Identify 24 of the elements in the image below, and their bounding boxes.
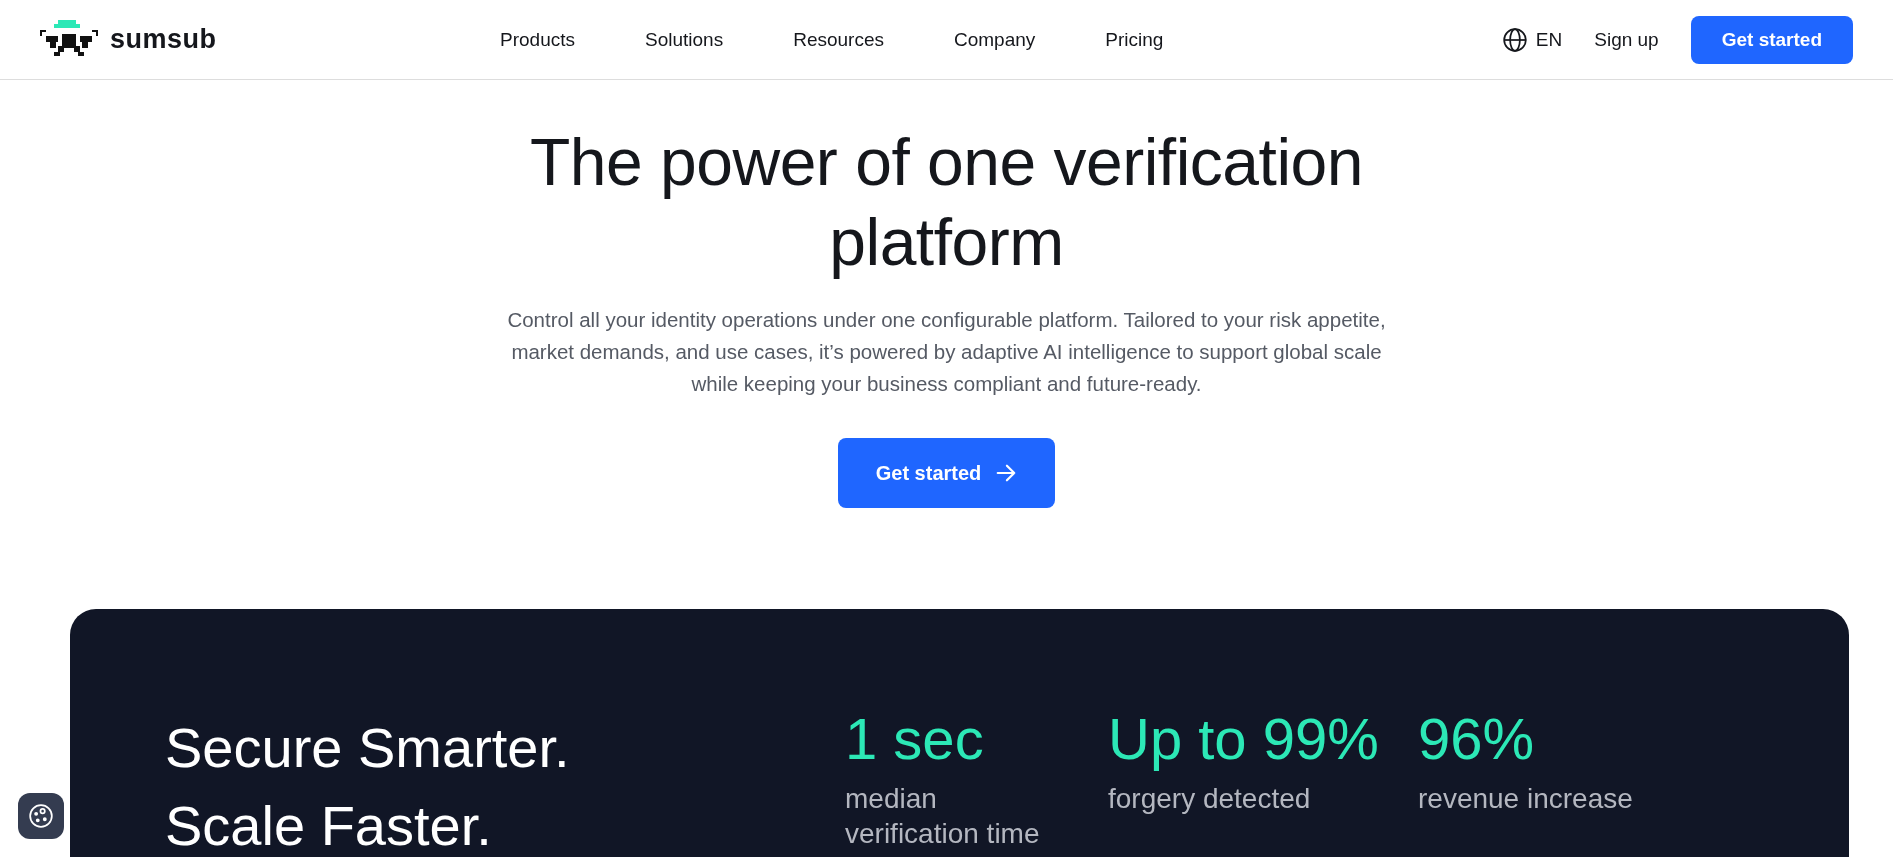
stat-value: Up to 99%: [1108, 709, 1380, 769]
sign-up-link[interactable]: Sign up: [1594, 28, 1659, 51]
hero-description: Control all your identity operations under one configurable platform. Tailored to your risk appetite, market demands, and use cases, it’s powered by adaptive AI intelligence to support global scale while keeping your business compliant and future-ready.: [506, 307, 1387, 397]
nav-link[interactable]: Pricing: [1105, 28, 1164, 51]
nav-link[interactable]: Solutions: [645, 28, 724, 51]
arrow-right-icon: [995, 462, 1018, 484]
cookie-settings-button[interactable]: [18, 793, 64, 839]
card-headline: Secure Smarter.: [165, 715, 571, 781]
get-started-button[interactable]: Get started: [837, 438, 1056, 508]
nav-link[interactable]: Products: [500, 28, 575, 51]
stat-label: revenue increase: [1418, 782, 1633, 816]
nav-link[interactable]: Company: [954, 28, 1036, 51]
get-started-button[interactable]: Get started: [1690, 15, 1853, 64]
globe-icon: [1501, 26, 1528, 53]
stat-label: forgery detected: [1108, 782, 1312, 816]
nav-link[interactable]: Resources: [793, 28, 884, 51]
logo-text: sumsub: [110, 24, 217, 55]
card-headline: Scale Faster.: [165, 793, 493, 857]
hero-title: The power of one verification platform: [529, 124, 1364, 281]
stat-label: median verification time: [845, 782, 1041, 851]
cookie-icon: [28, 803, 54, 829]
language-selector[interactable]: EN: [1501, 26, 1563, 53]
stat-value: 96%: [1418, 709, 1536, 769]
stat-value: 1 sec: [845, 709, 985, 769]
